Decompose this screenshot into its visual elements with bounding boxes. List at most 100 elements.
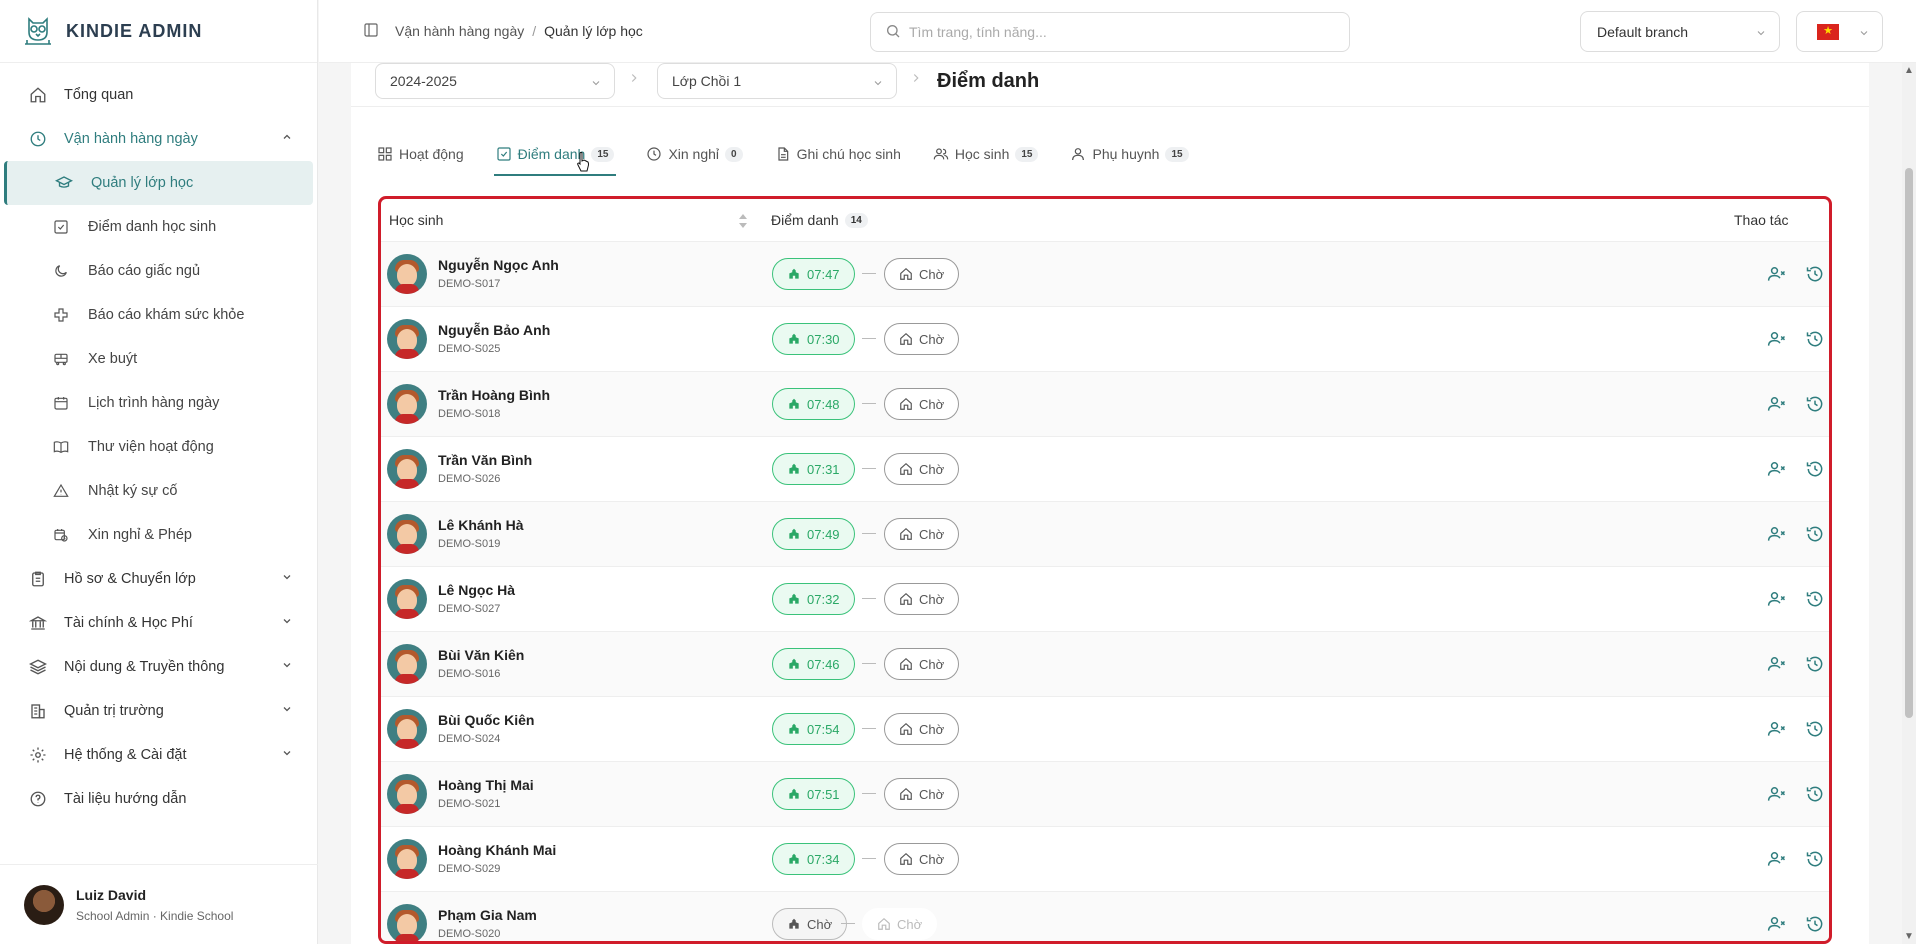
checkin-pill[interactable]: 07:46 — [772, 648, 855, 680]
sort-icon[interactable] — [738, 213, 748, 229]
year-select[interactable]: 2024-2025 — [375, 63, 615, 99]
student-name[interactable]: Lê Ngọc Hà — [438, 582, 515, 598]
student-name[interactable]: Bùi Văn Kiên — [438, 647, 524, 663]
student-name[interactable]: Bùi Quốc Kiên — [438, 712, 534, 728]
history-icon[interactable] — [1805, 329, 1825, 349]
mark-absent-icon[interactable] — [1767, 719, 1787, 739]
checkout-pill[interactable]: Chờ — [884, 518, 960, 550]
checkout-pill[interactable]: Chờ — [884, 388, 960, 420]
scrollbar-thumb[interactable] — [1905, 168, 1913, 718]
student-code: DEMO-S027 — [438, 603, 501, 615]
sidebar-item-quan-ly-lop-hoc[interactable]: Quản lý lớp học — [4, 161, 313, 205]
tab-label: Hoạt động — [399, 146, 464, 162]
checkin-pill[interactable]: Chờ — [772, 908, 848, 940]
checkout-pill[interactable]: Chờ — [884, 258, 960, 290]
class-select[interactable]: Lớp Chồi 1 — [657, 63, 897, 99]
home-icon — [899, 397, 913, 411]
student-name[interactable]: Trần Hoàng Bình — [438, 387, 550, 403]
checkin-pill[interactable]: 07:47 — [772, 258, 855, 290]
checkin-pill[interactable]: 07:48 — [772, 388, 855, 420]
history-icon[interactable] — [1805, 524, 1825, 544]
checkin-pill[interactable]: 07:51 — [772, 778, 855, 810]
sidebar-toggle-icon[interactable] — [363, 22, 381, 40]
history-icon[interactable] — [1805, 719, 1825, 739]
breadcrumb-item[interactable]: Vận hành hàng ngày — [395, 23, 524, 39]
student-name[interactable]: Hoàng Khánh Mai — [438, 842, 556, 858]
mark-absent-icon[interactable] — [1767, 654, 1787, 674]
history-icon[interactable] — [1805, 849, 1825, 869]
checkout-pill[interactable]: Chờ — [884, 323, 960, 355]
checkin-pill[interactable]: 07:32 — [772, 583, 855, 615]
scroll-up-arrow-icon[interactable]: ▲ — [1904, 65, 1914, 76]
language-select[interactable]: ★ — [1796, 11, 1883, 52]
mark-absent-icon[interactable] — [1767, 524, 1787, 544]
sidebar-item-giac-ngu[interactable]: Báo cáo giấc ngủ — [0, 249, 317, 293]
search-box[interactable] — [870, 12, 1350, 52]
mark-absent-icon[interactable] — [1767, 784, 1787, 804]
sidebar-item-nhat-ky[interactable]: Nhật ký sự cố — [0, 469, 317, 513]
checkin-value: 07:47 — [807, 266, 840, 282]
search-input[interactable] — [909, 24, 1329, 40]
student-name[interactable]: Lê Khánh Hà — [438, 517, 524, 533]
user-profile[interactable]: Luiz David School Admin · Kindie School — [0, 864, 318, 944]
student-name[interactable]: Phạm Gia Nam — [438, 907, 537, 923]
sidebar-item-noi-dung[interactable]: Nội dung & Truyền thông — [0, 645, 317, 689]
history-icon[interactable] — [1805, 459, 1825, 479]
mark-absent-icon[interactable] — [1767, 264, 1787, 284]
student-name[interactable]: Trần Văn Bình — [438, 452, 532, 468]
checkout-pill[interactable]: Chờ — [884, 583, 960, 615]
sidebar-item-van-hanh[interactable]: Vận hành hàng ngày — [0, 117, 317, 161]
checkout-pill[interactable]: Chờ — [884, 713, 960, 745]
mark-absent-icon[interactable] — [1767, 394, 1787, 414]
sidebar-item-he-thong[interactable]: Hệ thống & Cài đặt — [0, 733, 317, 777]
sidebar-item-tai-lieu[interactable]: Tài liệu hướng dẫn — [0, 777, 317, 821]
checkout-pill[interactable]: Chờ — [884, 843, 960, 875]
tab-ghi-chu[interactable]: Ghi chú học sinh — [773, 136, 903, 172]
scroll-down-arrow-icon[interactable]: ▼ — [1904, 931, 1914, 942]
history-icon[interactable] — [1805, 264, 1825, 284]
mark-absent-icon[interactable] — [1767, 849, 1787, 869]
help-icon — [28, 789, 48, 809]
sidebar-item-tong-quan[interactable]: Tổng quan — [0, 73, 317, 117]
branch-select[interactable]: Default branch — [1580, 11, 1780, 52]
history-icon[interactable] — [1805, 394, 1825, 414]
student-name[interactable]: Nguyễn Bảo Anh — [438, 322, 550, 338]
sidebar-item-xe-buyt[interactable]: Xe buýt — [0, 337, 317, 381]
checkin-pill[interactable]: 07:31 — [772, 453, 855, 485]
mark-absent-icon[interactable] — [1767, 329, 1787, 349]
sidebar-item-lich-trinh[interactable]: Lịch trình hàng ngày — [0, 381, 317, 425]
tab-diem-danh[interactable]: Điểm danh 15 — [493, 136, 617, 176]
sidebar-item-xin-nghi[interactable]: Xin nghỉ & Phép — [0, 513, 317, 557]
tab-xin-nghi[interactable]: Xin nghỉ 0 — [644, 136, 744, 172]
logo[interactable]: KINDIE ADMIN — [0, 0, 317, 63]
mark-absent-icon[interactable] — [1767, 589, 1787, 609]
checkin-pill[interactable]: 07:54 — [772, 713, 855, 745]
history-icon[interactable] — [1805, 914, 1825, 934]
tab-hoat-dong[interactable]: Hoạt động — [375, 136, 466, 172]
checkout-pill[interactable]: Chờ — [884, 453, 960, 485]
checkout-pill[interactable]: Chờ — [884, 648, 960, 680]
history-icon[interactable] — [1805, 784, 1825, 804]
mark-absent-icon[interactable] — [1767, 914, 1787, 934]
sidebar-item-quan-tri[interactable]: Quản trị trường — [0, 689, 317, 733]
history-icon[interactable] — [1805, 589, 1825, 609]
sidebar-item-thu-vien[interactable]: Thư viện hoạt động — [0, 425, 317, 469]
student-name[interactable]: Hoàng Thị Mai — [438, 777, 534, 793]
checkin-pill[interactable]: 07:30 — [772, 323, 855, 355]
mark-absent-icon[interactable] — [1767, 459, 1787, 479]
sidebar-item-label: Xin nghỉ & Phép — [88, 527, 192, 543]
checkin-pill[interactable]: 07:34 — [772, 843, 855, 875]
tab-hoc-sinh[interactable]: Học sinh 15 — [931, 136, 1041, 172]
history-icon[interactable] — [1805, 654, 1825, 674]
sidebar-item-ho-so[interactable]: Hồ sơ & Chuyển lớp — [0, 557, 317, 601]
student-code: DEMO-S020 — [438, 928, 501, 940]
checkout-pill[interactable]: Chờ — [884, 778, 960, 810]
checkin-pill[interactable]: 07:49 — [772, 518, 855, 550]
sidebar-item-diem-danh[interactable]: Điểm danh học sinh — [0, 205, 317, 249]
student-name[interactable]: Nguyễn Ngọc Anh — [438, 257, 559, 273]
page-scrollbar[interactable]: ▲ ▼ — [1902, 63, 1916, 944]
sidebar-item-tai-chinh[interactable]: Tài chính & Học Phí — [0, 601, 317, 645]
column-header-student[interactable]: Học sinh — [389, 212, 443, 228]
sidebar-item-suc-khoe[interactable]: Báo cáo khám sức khỏe — [0, 293, 317, 337]
tab-phu-huynh[interactable]: Phụ huynh 15 — [1068, 136, 1190, 172]
